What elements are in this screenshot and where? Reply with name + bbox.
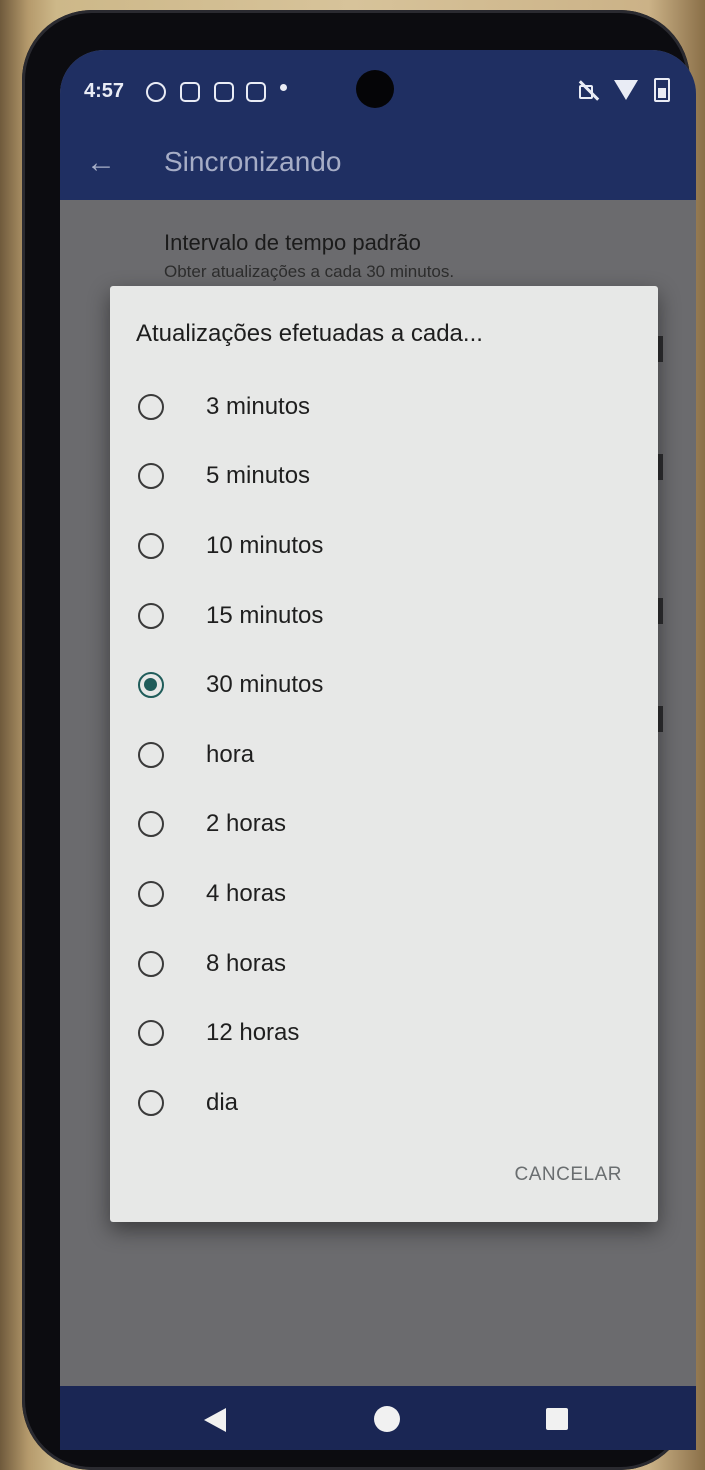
nav-back-icon[interactable] — [204, 1408, 226, 1432]
option-label: 4 horas — [206, 879, 287, 907]
battery-icon — [654, 78, 670, 102]
nav-recents-icon[interactable] — [546, 1408, 568, 1430]
top-bar: 4:57 ← Sincronizando — [60, 50, 696, 200]
status-time: 4:57 — [84, 80, 125, 102]
arrow-left-icon[interactable]: ← — [86, 148, 116, 178]
list-edge-mark — [658, 706, 663, 732]
option-10-minutos[interactable]: 10 minutos — [138, 511, 638, 581]
options-list: 3 minutos 5 minutos 10 minutos 15 minuto… — [138, 372, 638, 1138]
list-edge-mark — [658, 598, 663, 624]
camera-cutout — [356, 70, 394, 108]
option-15-minutos[interactable]: 15 minutos — [138, 581, 638, 651]
option-label: 3 minutos — [206, 392, 311, 420]
option-label: 5 minutos — [206, 462, 311, 490]
app-notification-icon — [146, 82, 166, 102]
option-label: 30 minutos — [206, 671, 324, 699]
interval-dialog: Atualizações efetuadas a cada... 3 minut… — [110, 286, 658, 1222]
navigation-bar — [60, 1386, 696, 1450]
dialog-title: Atualizações efetuadas a cada... — [136, 320, 483, 347]
radio-button[interactable] — [138, 393, 164, 420]
sim-icon — [180, 82, 200, 102]
option-2-horas[interactable]: 2 horas — [138, 790, 638, 860]
wifi-icon — [614, 80, 638, 100]
message-icon — [246, 82, 266, 102]
screen: 4:57 ← Sincronizando Intervalo de tempo … — [60, 50, 696, 1450]
option-5-minutos[interactable]: 5 minutos — [138, 442, 638, 512]
radio-button[interactable] — [138, 672, 164, 699]
app-bar: ← Sincronizando — [60, 132, 696, 192]
option-hora[interactable]: hora — [138, 720, 638, 790]
radio-button[interactable] — [138, 950, 164, 977]
option-3-minutos[interactable]: 3 minutos — [138, 372, 638, 442]
radio-button[interactable] — [138, 602, 164, 629]
option-4-horas[interactable]: 4 horas — [138, 859, 638, 929]
option-label: 10 minutos — [206, 531, 324, 559]
cancel-button[interactable]: CANCELAR — [515, 1164, 622, 1186]
dot-icon — [280, 84, 287, 91]
mute-icon — [576, 79, 598, 101]
option-label: dia — [206, 1088, 239, 1116]
radio-button[interactable] — [138, 532, 164, 559]
radio-button[interactable] — [138, 741, 164, 768]
option-label: 2 horas — [206, 810, 287, 838]
page-title: Sincronizando — [164, 146, 342, 177]
option-30-minutos[interactable]: 30 minutos — [138, 650, 638, 720]
option-8-horas[interactable]: 8 horas — [138, 929, 638, 999]
phone-frame: 4:57 ← Sincronizando Intervalo de tempo … — [22, 10, 696, 1470]
option-12-horas[interactable]: 12 horas — [138, 998, 638, 1068]
radio-button[interactable] — [138, 463, 164, 490]
option-label: hora — [206, 740, 255, 768]
radio-button[interactable] — [138, 1020, 164, 1047]
setting-subtitle: Obter atualizações a cada 30 minutos. — [164, 262, 455, 281]
option-label: 15 minutos — [206, 601, 324, 629]
list-edge-mark — [658, 454, 663, 480]
list-edge-mark — [658, 336, 663, 362]
setting-title: Intervalo de tempo padrão — [164, 230, 421, 255]
radio-button[interactable] — [138, 811, 164, 838]
option-dia[interactable]: dia — [138, 1068, 638, 1138]
radio-button[interactable] — [138, 1089, 164, 1116]
option-label: 8 horas — [206, 949, 287, 977]
nav-home-icon[interactable] — [374, 1406, 400, 1432]
status-right-icons — [576, 78, 670, 102]
bag-icon — [214, 82, 234, 102]
option-label: 12 horas — [206, 1019, 300, 1047]
radio-button[interactable] — [138, 880, 164, 907]
setting-interval[interactable]: Intervalo de tempo padrão Obter atualiza… — [164, 230, 454, 282]
